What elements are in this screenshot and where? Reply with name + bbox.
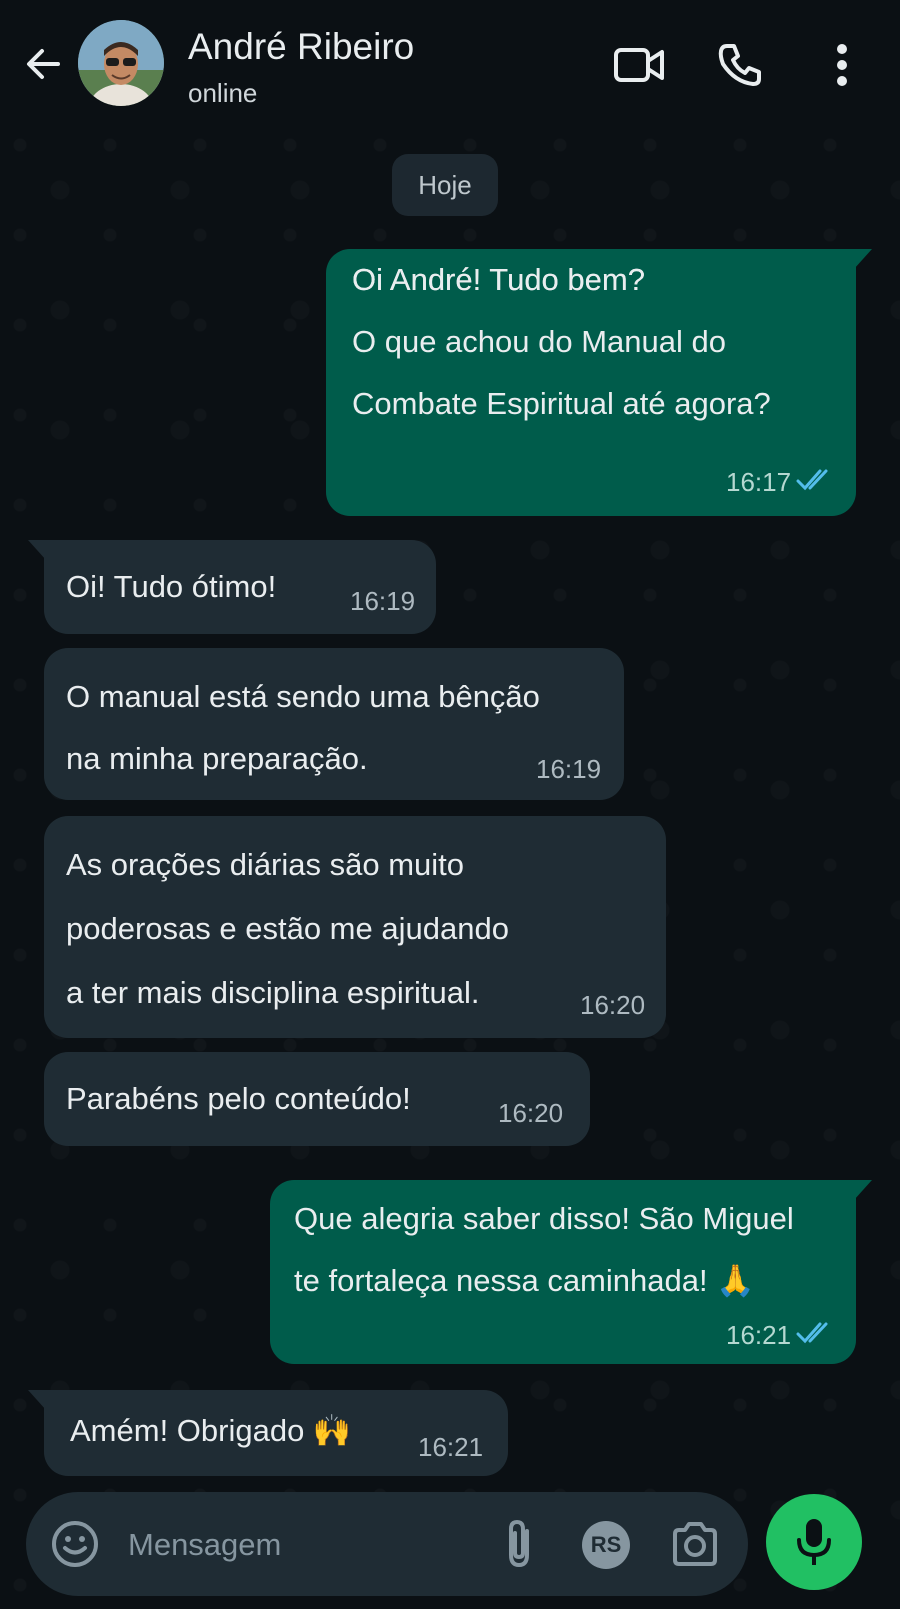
bubble-tail — [854, 1180, 872, 1200]
back-button[interactable] — [18, 40, 66, 88]
bubble-tail — [28, 540, 46, 560]
back-arrow-icon — [27, 49, 60, 79]
message-time: 16:20 — [580, 990, 646, 1020]
message-line: te fortaleça nessa caminhada! 🙏 — [294, 1263, 755, 1298]
bubble-tail — [28, 1390, 46, 1410]
message-time: 16:19 — [536, 754, 602, 784]
camera-icon — [673, 1522, 717, 1566]
more-options-icon — [837, 44, 847, 86]
message-line: As orações diárias são muito — [66, 847, 465, 882]
emoji-icon — [52, 1521, 98, 1567]
rs-icon[interactable]: RS — [582, 1521, 630, 1569]
avatar[interactable] — [78, 20, 164, 106]
message-line: Combate Espiritual até agora? — [352, 386, 771, 421]
read-ticks-icon — [796, 469, 828, 491]
message-bubble-incoming[interactable]: As orações diárias são muito poderosas e… — [44, 816, 666, 1038]
message-line: na minha preparação. — [66, 741, 368, 776]
emoji-button[interactable] — [50, 1519, 100, 1569]
more-options-button[interactable] — [815, 38, 869, 92]
message-line: Amém! Obrigado 🙌 — [70, 1413, 352, 1448]
message-composer: RS — [26, 1492, 748, 1596]
chat-header: André Ribeiro online — [0, 0, 900, 125]
message-1-content: Oi André! Tudo bem? O que achou do Manua… — [326, 249, 856, 516]
message-bubble-incoming[interactable]: Amém! Obrigado 🙌 16:21 — [28, 1390, 508, 1476]
read-ticks-icon — [796, 1322, 828, 1344]
video-call-icon — [614, 48, 664, 82]
voice-call-button[interactable] — [713, 38, 767, 92]
message-bubble-outgoing[interactable]: Que alegria saber disso! São Miguel te f… — [270, 1180, 872, 1364]
avatar-photo — [78, 20, 164, 106]
message-line: poderosas e estão me ajudando — [66, 911, 509, 946]
voice-message-button[interactable] — [766, 1494, 862, 1590]
message-line: O que achou do Manual do — [352, 324, 726, 359]
message-time: 16:21 — [726, 1320, 792, 1350]
message-line: Oi André! Tudo bem? — [352, 262, 645, 297]
attach-button[interactable] — [494, 1517, 544, 1571]
message-line: O manual está sendo uma bênção — [66, 679, 540, 714]
voice-call-icon — [718, 44, 761, 86]
contact-status: online — [188, 78, 258, 108]
message-line: Oi! Tudo ótimo! — [66, 569, 277, 604]
message-line: Que alegria saber disso! São Miguel — [294, 1201, 794, 1236]
attach-icon — [509, 1519, 529, 1568]
message-input[interactable] — [126, 1514, 460, 1576]
message-time: 16:20 — [498, 1098, 564, 1128]
message-bubble-incoming[interactable]: Parabéns pelo conteúdo! 16:20 — [44, 1052, 590, 1146]
camera-button[interactable] — [670, 1519, 720, 1569]
message-line: a ter mais disciplina espiritual. — [66, 975, 480, 1010]
video-call-button[interactable] — [612, 38, 666, 92]
microphone-icon — [797, 1519, 831, 1565]
message-time: 16:21 — [418, 1432, 484, 1462]
message-line: Parabéns pelo conteúdo! — [66, 1081, 411, 1116]
message-bubble-incoming[interactable]: Oi! Tudo ótimo! 16:19 — [28, 540, 436, 634]
bubble-tail — [854, 249, 872, 269]
message-bubble-incoming[interactable]: O manual está sendo uma bênção na minha … — [44, 648, 624, 800]
contact-name[interactable]: André Ribeiro — [188, 26, 414, 68]
date-separator: Hoje — [392, 154, 498, 216]
message-time: 16:19 — [350, 586, 416, 616]
message-time: 16:17 — [726, 467, 792, 497]
